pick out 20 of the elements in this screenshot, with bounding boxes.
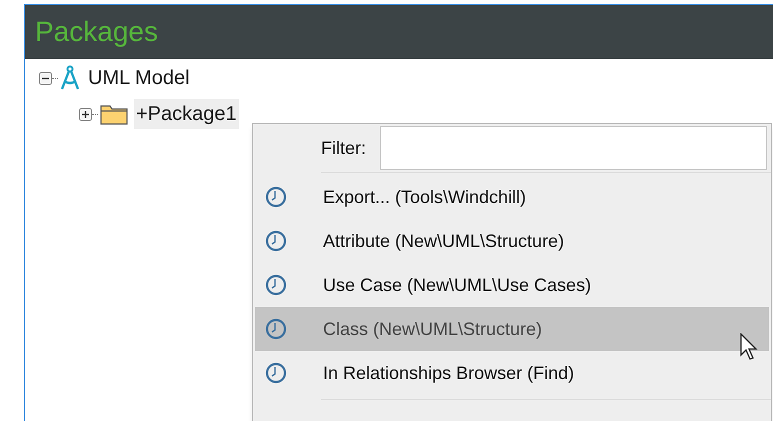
panel-title: Packages: [35, 15, 158, 49]
mouse-cursor-icon: [740, 333, 758, 361]
clock-icon: [265, 318, 287, 340]
clock-icon: [265, 274, 287, 296]
expand-icon[interactable]: [79, 108, 92, 120]
clock-icon: [265, 362, 287, 384]
filter-label: Filter:: [321, 136, 366, 160]
filter-field[interactable]: [380, 126, 767, 170]
menu-item[interactable]: Use Case (New\UML\Use Cases): [255, 263, 769, 307]
menu-item[interactable]: Class (New\UML\Structure): [255, 307, 769, 351]
folder-icon: [100, 103, 128, 125]
tree-item[interactable]: UML Model: [86, 63, 192, 93]
menu-item[interactable]: Export... (Tools\Windchill): [255, 175, 769, 219]
clock-icon: [265, 230, 287, 252]
clock-icon: [265, 186, 287, 208]
menu-item[interactable]: Attribute (New\UML\Structure): [255, 219, 769, 263]
menu-item[interactable]: In Relationships Browser (Find): [255, 351, 769, 395]
collapse-icon[interactable]: [39, 72, 52, 84]
tree-item[interactable]: +Package1: [134, 99, 239, 129]
compass-icon: [60, 65, 80, 91]
